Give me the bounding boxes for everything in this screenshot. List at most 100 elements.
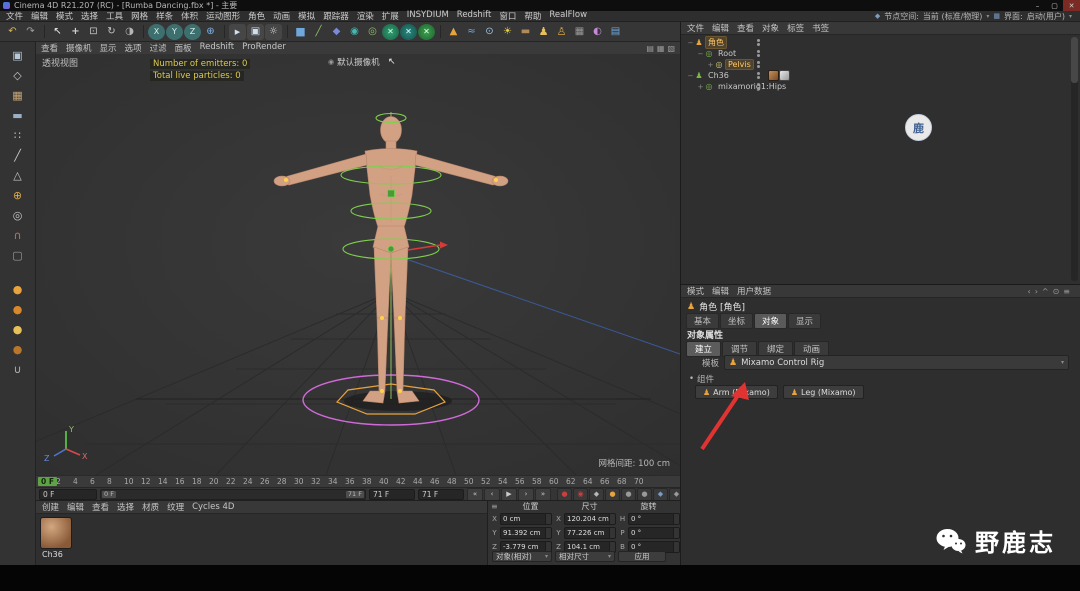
range-start-handle[interactable]: 0 F [102,491,116,498]
expand-toggle[interactable]: − [687,39,694,47]
material-menu-item[interactable]: 编辑 [67,501,84,513]
viewport-canvas[interactable]: Y X Z 透视视图 Number of emitters: 0Total li… [36,54,680,475]
size-mode-dropdown[interactable]: 相对尺寸▾ [555,551,615,562]
viewport-3d-scene[interactable]: Y X Z [36,54,680,475]
layout-four-views-icon[interactable]: ▦ [657,44,665,53]
rotation-field[interactable]: 0 ° [628,527,680,539]
texture-mode-icon[interactable]: ▦ [7,85,29,105]
cube-primitive-icon[interactable]: ■ [292,24,309,40]
make-editable-icon[interactable]: ▣ [7,45,29,65]
paint-pencil-icon[interactable]: ● [7,299,29,319]
menu-item[interactable]: Redshift [457,10,492,22]
visibility-dots[interactable] [757,83,760,90]
workplane-lock-icon[interactable]: ▢ [7,245,29,265]
character-walk-icon[interactable]: ♙ [553,24,570,40]
menu-item[interactable]: INSYDIUM [407,10,449,22]
character-rig-icon[interactable]: ♟ [535,24,552,40]
record-scale-button[interactable]: ● [621,488,636,501]
menu-item[interactable]: 模式 [56,10,73,22]
node-space-value[interactable]: 当前 (标准/物理) [923,11,982,22]
view-label[interactable]: 透视视图 [42,56,78,69]
object-manager-menu-item[interactable]: 编辑 [712,22,729,34]
material-name[interactable]: Ch36 [42,550,63,559]
minimize-button[interactable]: – [1029,0,1046,11]
paint-fill-icon[interactable]: ● [7,319,29,339]
undo-icon[interactable]: ↶ [4,24,21,40]
object-manager-menu-item[interactable]: 对象 [762,22,779,34]
record-position-button[interactable]: ● [605,488,620,501]
attribute-tab[interactable]: 基本 [686,313,719,329]
position-field[interactable]: 91.392 cm [500,527,552,539]
uv-edit-icon[interactable]: ▦ [571,24,588,40]
field-icon[interactable]: ◎ [364,24,381,40]
range-end-field[interactable]: 71 F [369,489,415,500]
viewport-menu-item[interactable]: 摄像机 [66,42,92,54]
attribute-tab[interactable]: 显示 [788,313,821,329]
viewport-menu-item[interactable]: 选项 [125,42,142,54]
move-tool-icon[interactable]: + [67,24,84,40]
apply-button[interactable]: 应用 [618,551,666,562]
timeline-playhead[interactable]: 0 F [38,477,57,486]
attribute-tab[interactable]: 对象 [754,313,787,329]
previous-frame-button[interactable]: ‹ [484,488,500,501]
visibility-dots[interactable] [757,50,760,57]
layout-single-view-icon[interactable]: ▤ [646,44,654,53]
viewport-menu-item[interactable]: 查看 [41,42,58,54]
separator[interactable] [44,25,45,38]
history-forward-icon[interactable]: › [1035,287,1038,296]
xparticles-emitter-icon[interactable]: ✕ [382,24,399,40]
redo-icon[interactable]: ↷ [22,24,39,40]
camera-icon[interactable]: ⊙ [481,24,498,40]
record-keyframe-button[interactable]: ● [557,488,572,501]
record-parameter-button[interactable]: ◆ [653,488,668,501]
autokey-button[interactable]: ◉ [573,488,588,501]
expand-toggle[interactable]: + [707,61,714,69]
x-axis-lock-icon[interactable]: X [148,24,165,40]
range-end-handle[interactable]: 71 F [346,491,364,498]
edges-mode-icon[interactable]: ╱ [7,145,29,165]
paint-brush-icon[interactable]: ● [7,279,29,299]
viewport-menu-item[interactable]: 面板 [175,42,192,54]
material-menu-item[interactable]: 查看 [92,501,109,513]
object-row[interactable]: − ♟ Ch36 [681,70,1070,81]
mograph-icon[interactable]: ◉ [346,24,363,40]
object-name[interactable]: mixamorig1:Hips [716,82,788,91]
y-axis-lock-icon[interactable]: Y [166,24,183,40]
z-axis-lock-icon[interactable]: Z [184,24,201,40]
model-mode-icon[interactable]: ◇ [7,65,29,85]
menu-item[interactable]: 运动图形 [206,10,240,22]
render-settings-icon[interactable]: ☼ [265,24,282,40]
last-tool-icon[interactable]: ◑ [121,24,138,40]
menu-item[interactable]: 帮助 [524,10,541,22]
attribute-menu-item[interactable]: 编辑 [712,285,729,297]
paint-dropper-icon[interactable]: ● [7,339,29,359]
snap-magnet-icon[interactable]: ∩ [7,225,29,245]
menu-item[interactable]: 网格 [131,10,148,22]
chest-controller-handle[interactable] [388,190,395,197]
size-field[interactable]: 120.204 cm [564,513,616,525]
menu-item[interactable]: 体积 [181,10,198,22]
visibility-dots[interactable] [757,72,760,79]
object-row[interactable]: + ◎ Pelvis [681,59,1070,70]
component-button[interactable]: ♟ Arm (Mixamo) [695,385,778,399]
material-thumbnail[interactable] [41,518,71,548]
template-dropdown[interactable]: ♟ Mixamo Control Rig ▾ [724,355,1069,370]
menu-item[interactable]: 文件 [6,10,23,22]
menu-item[interactable]: 渲染 [357,10,374,22]
next-frame-button[interactable]: › [518,488,534,501]
visibility-dots[interactable] [757,61,760,68]
viewport-menu-item[interactable]: 显示 [100,42,117,54]
deformer-icon[interactable]: ▲ [445,24,462,40]
history-back-icon[interactable]: ‹ [1027,287,1030,296]
render-picture-viewer-icon[interactable]: ▣ [247,24,264,40]
keyframe-selection-button[interactable]: ◆ [589,488,604,501]
separator[interactable] [287,25,288,38]
timeline-ruler[interactable]: 0246810121416182022242628303234363840424… [36,475,680,487]
visibility-dots[interactable] [757,39,760,46]
pin-icon[interactable]: ⊙ [1053,287,1060,296]
quantize-icon[interactable]: ∪ [7,359,29,379]
material-menu-item[interactable]: 选择 [117,501,134,513]
viewport-menu-item[interactable]: ProRender [242,42,286,54]
object-name[interactable]: Root [716,49,738,58]
frame-range-slider[interactable]: 0 F 71 F [100,489,366,500]
